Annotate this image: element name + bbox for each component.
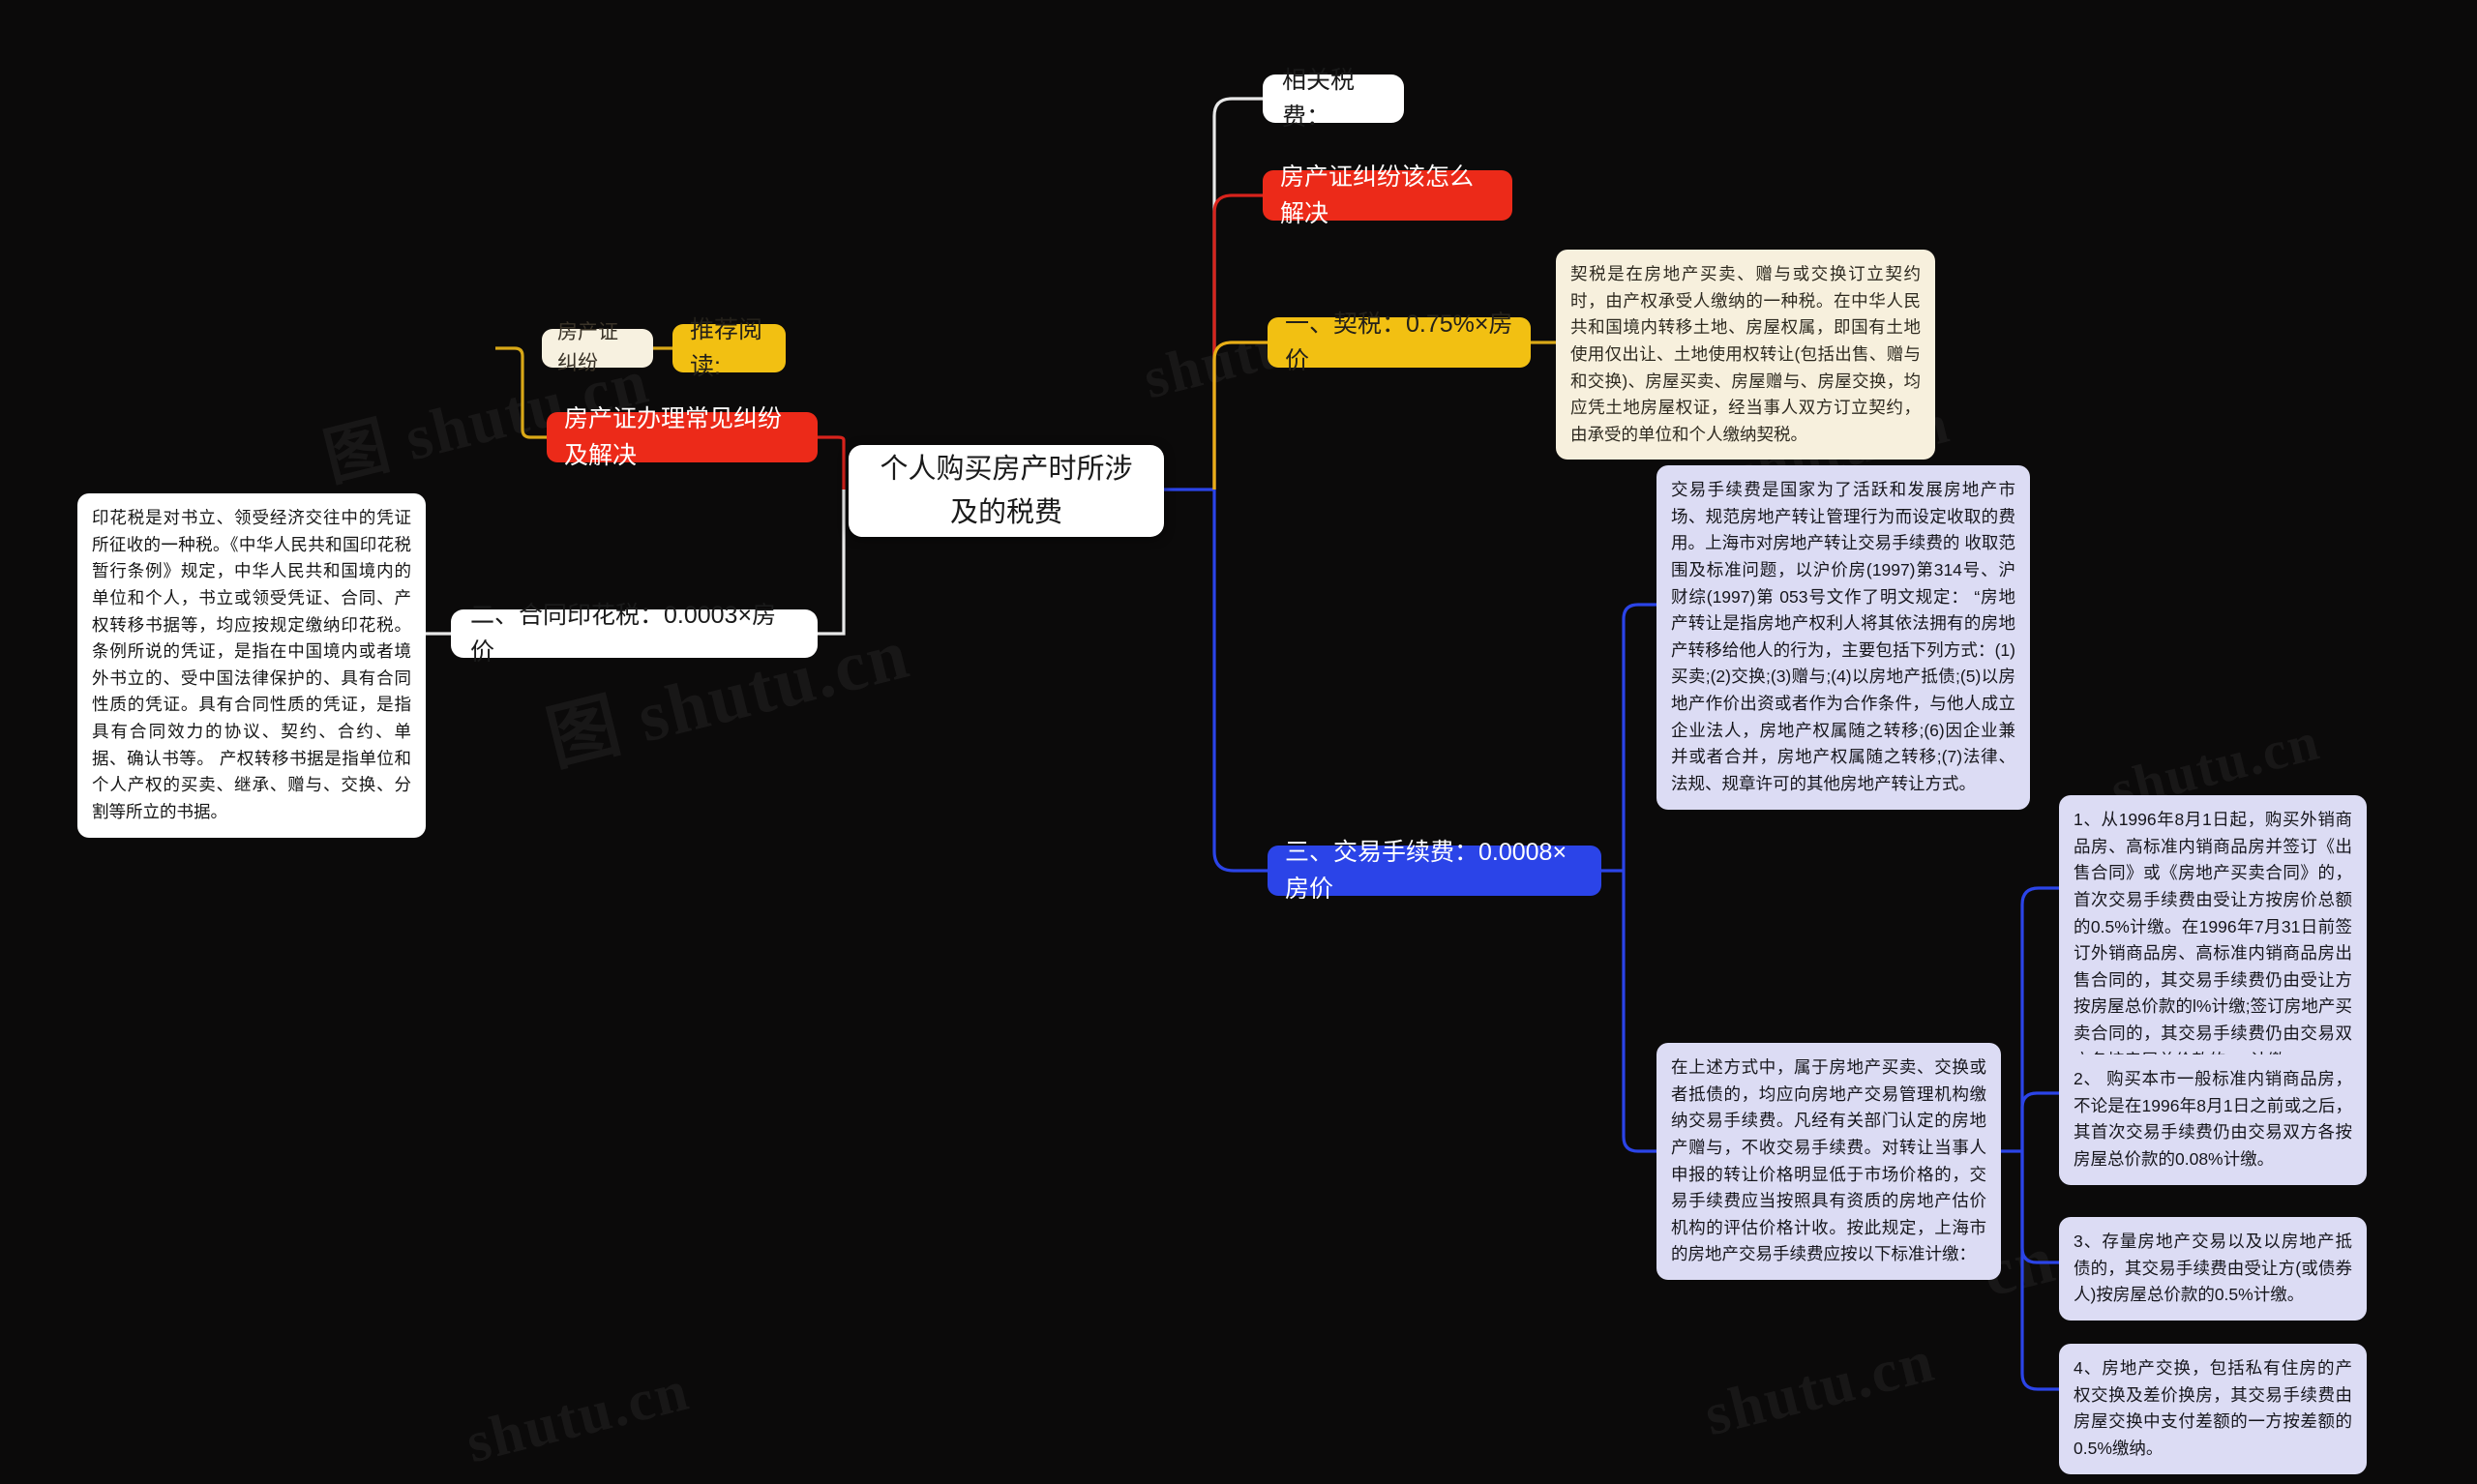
desc-transaction-scope-text: 在上述方式中，属于房地产买卖、交换或者抵债的，均应向房地产交易管理机构缴纳交易手… bbox=[1671, 1057, 1986, 1264]
node-dispute-resolution-label: 房产证纠纷该怎么解决 bbox=[1280, 163, 1475, 227]
desc-stamp-tax: 印花税是对书立、领受经济交往中的凭证所征收的一种税。《中华人民共和国印花税暂行条… bbox=[77, 493, 426, 838]
link-dispute bbox=[1212, 193, 1263, 490]
node-recommended-reading-label: 推荐阅读: bbox=[690, 316, 763, 380]
fee-item-3-text: 3、存量房地产交易以及以房地产抵债的，其交易手续费由受让方(或债券人)按房屋总价… bbox=[2074, 1232, 2352, 1305]
link-stamp-tax bbox=[818, 490, 846, 636]
link-tf-scope bbox=[1622, 871, 1656, 1153]
node-dispute-resolution[interactable]: 房产证纠纷该怎么解决 bbox=[1263, 163, 1512, 227]
fee-item-1-text: 1、从1996年8月1日起，购买外销商品房、高标准内销商品房并签订《出售合同》或… bbox=[2074, 810, 2352, 1070]
link-related-fees bbox=[1212, 97, 1263, 490]
node-related-fees-label: 相关税费： bbox=[1282, 67, 1356, 131]
link-transaction-fee bbox=[1212, 490, 1268, 873]
node-stamp-tax[interactable]: 二、合同印花税：0.0003×房价 bbox=[451, 602, 818, 666]
root-node[interactable]: 个人购买房产时所涉及的税费 bbox=[849, 445, 1164, 537]
desc-transaction-fee: 交易手续费是国家为了活跃和发展房地产市场、规范房地产转让管理行为而设定收取的费用… bbox=[1656, 465, 2030, 810]
node-deed-tax[interactable]: 一、契税：0.75%×房价 bbox=[1268, 311, 1531, 374]
desc-deed-tax-text: 契税是在房地产买卖、赠与或交换订立契约时，由产权承受人缴纳的一种税。在中华人民共… bbox=[1570, 264, 1921, 444]
node-related-fees[interactable]: 相关税费： bbox=[1263, 67, 1404, 131]
node-cert-common-disputes[interactable]: 房产证办理常见纠纷及解决 bbox=[547, 405, 818, 469]
desc-deed-tax: 契税是在房地产买卖、赠与或交换订立契约时，由产权承受人缴纳的一种税。在中华人民共… bbox=[1556, 250, 1935, 460]
link-tf-desc bbox=[1622, 603, 1656, 871]
link-item-2 bbox=[2020, 1091, 2059, 1151]
node-cert-common-disputes-label: 房产证办理常见纠纷及解决 bbox=[564, 405, 783, 469]
link-deed-tax bbox=[1212, 341, 1268, 490]
fee-item-3: 3、存量房地产交易以及以房地产抵债的，其交易手续费由受让方(或债券人)按房屋总价… bbox=[2059, 1217, 2367, 1321]
watermark-7: shutu.cn bbox=[460, 1357, 696, 1475]
node-transaction-fee[interactable]: 三、交易手续费：0.0008×房价 bbox=[1268, 839, 1601, 903]
link-item-3 bbox=[2020, 1151, 2059, 1264]
node-transaction-fee-label: 三、交易手续费：0.0008×房价 bbox=[1285, 839, 1567, 903]
link-cert-disputes bbox=[818, 435, 846, 490]
link-recommended bbox=[495, 346, 547, 439]
node-deed-tax-label: 一、契税：0.75%×房价 bbox=[1285, 311, 1513, 374]
link-item-1 bbox=[2020, 886, 2059, 1151]
link-item-4 bbox=[2020, 1151, 2059, 1391]
node-cert-dispute-label: 房产证纠纷 bbox=[557, 321, 618, 374]
watermark-6: shutu.cn bbox=[1698, 1327, 1942, 1449]
fee-item-2-text: 2、 购买本市一般标准内销商品房，不论是在1996年8月1日之前或之后，其首次交… bbox=[2074, 1069, 2352, 1169]
desc-transaction-scope: 在上述方式中，属于房地产买卖、交换或者抵债的，均应向房地产交易管理机构缴纳交易手… bbox=[1656, 1043, 2001, 1281]
node-stamp-tax-label: 二、合同印花税：0.0003×房价 bbox=[470, 602, 777, 666]
fee-item-4: 4、房地产交换，包括私有住房的产权交换及差价换房，其交易手续费由房屋交换中支付差… bbox=[2059, 1344, 2367, 1474]
fee-item-4-text: 4、房地产交换，包括私有住房的产权交换及差价换房，其交易手续费由房屋交换中支付差… bbox=[2074, 1358, 2352, 1458]
fee-item-1: 1、从1996年8月1日起，购买外销商品房、高标准内销商品房并签订《出售合同》或… bbox=[2059, 795, 2367, 1086]
desc-transaction-fee-text: 交易手续费是国家为了活跃和发展房地产市场、规范房地产转让管理行为而设定收取的费用… bbox=[1671, 480, 2015, 794]
fee-item-2: 2、 购买本市一般标准内销商品房，不论是在1996年8月1日之前或之后，其首次交… bbox=[2059, 1054, 2367, 1185]
node-recommended-reading[interactable]: 推荐阅读: bbox=[672, 316, 786, 380]
desc-stamp-tax-text: 印花税是对书立、领受经济交往中的凭证所征收的一种税。《中华人民共和国印花税暂行条… bbox=[92, 508, 411, 822]
root-node-label: 个人购买房产时所涉及的税费 bbox=[880, 454, 1133, 528]
node-cert-dispute[interactable]: 房产证纠纷 bbox=[542, 321, 653, 374]
